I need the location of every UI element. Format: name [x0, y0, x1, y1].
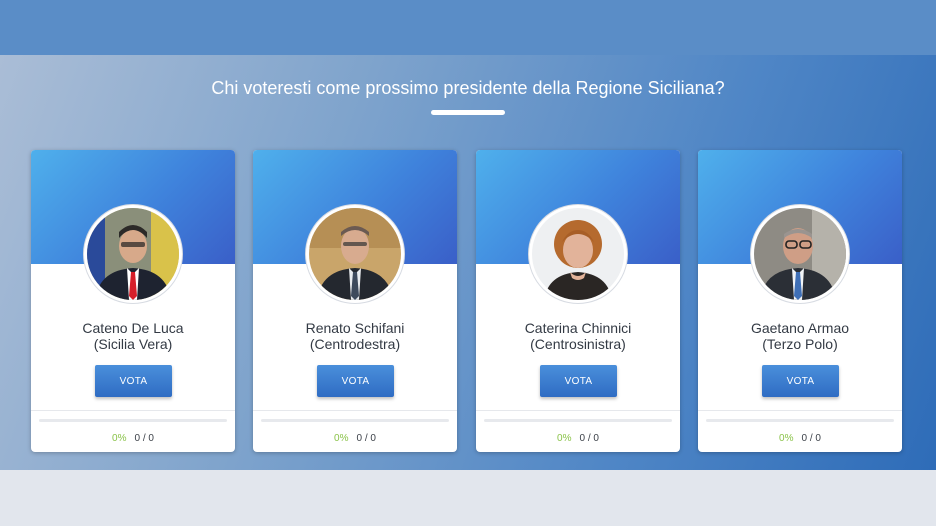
candidate-photo: [306, 205, 404, 303]
candidate-photo: [84, 205, 182, 303]
candidate-name-block: Cateno De Luca (Sicilia Vera): [31, 320, 235, 352]
vote-count: 0 / 0: [579, 433, 599, 444]
candidate-name: Caterina Chinnici: [524, 320, 632, 336]
vote-progress-bar: [706, 419, 894, 422]
candidate-card: Renato Schifani (Centrodestra) VOTA 0% 0 …: [253, 150, 457, 452]
candidate-photo: [751, 205, 849, 303]
vote-stats: 0% 0 / 0: [698, 433, 902, 444]
candidate-party: (Centrodestra): [309, 336, 401, 352]
portrait-icon: [754, 208, 846, 300]
candidate-name-block: Caterina Chinnici (Centrosinistra): [476, 320, 680, 352]
card-divider: [476, 410, 680, 411]
vote-stats: 0% 0 / 0: [253, 433, 457, 444]
card-divider: [31, 410, 235, 411]
vote-progress-bar: [484, 419, 672, 422]
candidate-photo: [529, 205, 627, 303]
candidate-card: Cateno De Luca (Sicilia Vera) VOTA 0% 0 /…: [31, 150, 235, 452]
card-divider: [253, 410, 457, 411]
vote-stats: 0% 0 / 0: [31, 433, 235, 444]
candidate-name: Renato Schifani: [305, 320, 405, 336]
vote-count: 0 / 0: [134, 433, 154, 444]
vote-button[interactable]: VOTA: [762, 365, 839, 397]
vote-stats: 0% 0 / 0: [476, 433, 680, 444]
vote-button[interactable]: VOTA: [317, 365, 394, 397]
portrait-icon: [532, 208, 624, 300]
vote-progress-bar: [39, 419, 227, 422]
candidate-name-block: Renato Schifani (Centrodestra): [253, 320, 457, 352]
candidate-card: Caterina Chinnici (Centrosinistra) VOTA …: [476, 150, 680, 452]
portrait-icon: [87, 208, 179, 300]
candidate-name: Gaetano Armao: [750, 320, 850, 336]
candidate-cards: Cateno De Luca (Sicilia Vera) VOTA 0% 0 /…: [0, 0, 936, 526]
vote-percent: 0%: [334, 433, 349, 444]
card-divider: [698, 410, 902, 411]
vote-percent: 0%: [112, 433, 127, 444]
candidate-name-block: Gaetano Armao (Terzo Polo): [698, 320, 902, 352]
candidate-card: Gaetano Armao (Terzo Polo) VOTA 0% 0 / 0: [698, 150, 902, 452]
vote-percent: 0%: [557, 433, 572, 444]
portrait-icon: [309, 208, 401, 300]
candidate-party: (Terzo Polo): [762, 336, 838, 352]
vote-button[interactable]: VOTA: [540, 365, 617, 397]
vote-count: 0 / 0: [801, 433, 821, 444]
vote-count: 0 / 0: [356, 433, 376, 444]
candidate-name: Cateno De Luca: [82, 320, 184, 336]
candidate-party: (Centrosinistra): [530, 336, 626, 352]
vote-percent: 0%: [779, 433, 794, 444]
vote-button[interactable]: VOTA: [95, 365, 172, 397]
vote-progress-bar: [261, 419, 449, 422]
candidate-party: (Sicilia Vera): [93, 336, 173, 352]
